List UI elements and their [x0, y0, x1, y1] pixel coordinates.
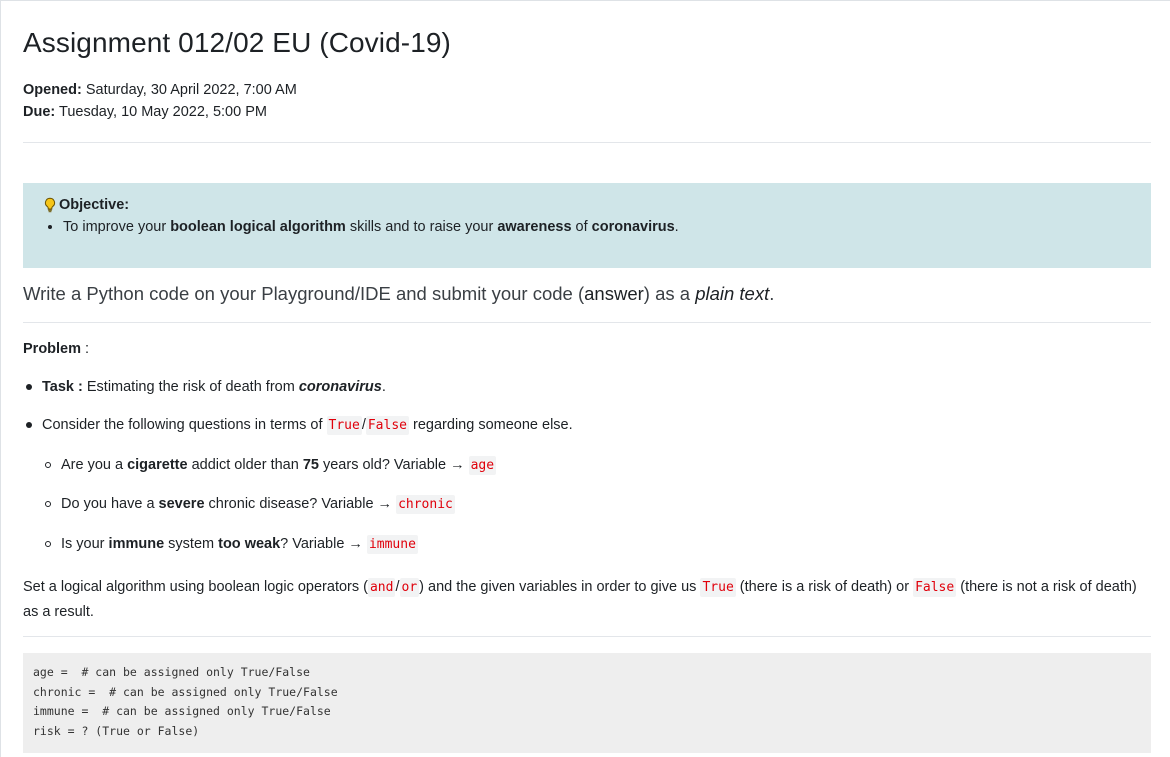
consider-text: regarding someone else.: [409, 417, 573, 433]
code-line: risk = ? (True or False): [33, 724, 200, 739]
question-age: Are you a cigarette addict older than 75…: [61, 456, 497, 475]
assignment-page: Assignment 012/02 EU (Covid-19) Opened: …: [0, 0, 1170, 757]
code-false: False: [365, 416, 409, 435]
objective-bold: awareness: [497, 219, 572, 235]
task-label: Task :: [42, 379, 83, 395]
sub-bullet: [45, 541, 51, 547]
para-text: Set a logical algorithm using boolean lo…: [23, 579, 368, 595]
question-chronic: Do you have a severe chronic disease? Va…: [61, 495, 455, 514]
code-true: True: [700, 578, 736, 597]
page-title: Assignment 012/02 EU (Covid-19): [23, 27, 451, 58]
question-bold: too weak: [218, 536, 281, 552]
list-item: Consider the following questions in term…: [23, 416, 573, 435]
code-false: False: [913, 578, 957, 597]
list-item: Is your immune system too weak? Variable…: [23, 535, 418, 554]
question-immune: Is your immune system too weak? Variable…: [61, 535, 418, 554]
instruction-part: .: [769, 283, 775, 304]
question-text: ? Variable →: [280, 536, 367, 552]
instructions-paragraph: Set a logical algorithm using boolean lo…: [23, 575, 1143, 624]
code-line: chronic = # can be assigned only True/Fa…: [33, 684, 338, 699]
objective-text: skills and to raise your: [345, 219, 498, 235]
objective-box: Objective: To improve your boolean logic…: [23, 183, 1151, 268]
para-text: (there is a risk of death) or: [735, 579, 914, 595]
bullet: [26, 422, 32, 428]
question-bold: severe: [158, 496, 205, 512]
divider: [23, 142, 1151, 143]
opened-value: Saturday, 30 April 2022, 7:00 AM: [85, 82, 297, 98]
instruction-part: ) as a: [643, 283, 696, 304]
instruction-text: Write a Python code on your Playground/I…: [23, 283, 774, 305]
instruction-answer: answer: [584, 283, 644, 304]
question-text: chronic disease? Variable →: [204, 496, 397, 512]
sub-bullet: [45, 462, 51, 468]
question-text: addict older than: [187, 457, 303, 473]
question-text: system: [164, 536, 219, 552]
bullet: [26, 384, 32, 390]
objective-text: .: [674, 219, 679, 235]
code-line: immune = # can be assigned only True/Fal…: [33, 704, 331, 719]
consider-text: Consider the following questions in term…: [42, 417, 327, 433]
instruction-part: Write a Python code on your Playground/I…: [23, 283, 585, 304]
lightbulb-icon: [44, 197, 56, 213]
code-chronic: chronic: [396, 495, 455, 514]
due-value: Tuesday, 10 May 2022, 5:00 PM: [59, 104, 267, 120]
consider-line: Consider the following questions in term…: [42, 416, 573, 435]
objective-bold: coronavirus: [591, 219, 675, 235]
objective-heading-text: Objective:: [59, 197, 130, 213]
para-text: ) and the given variables in order to gi…: [419, 579, 701, 595]
objective-text: To improve your: [63, 219, 171, 235]
divider: [23, 636, 1151, 637]
list-item: Task : Estimating the risk of death from…: [23, 379, 386, 395]
code-age: age: [468, 456, 497, 475]
sub-bullet: [45, 501, 51, 507]
assignment-dates: Opened: Saturday, 30 April 2022, 7:00 AM…: [23, 79, 297, 123]
question-text: Are you a: [61, 457, 128, 473]
code-block: age = # can be assigned only True/False …: [23, 653, 1151, 753]
task-bold: coronavirus: [298, 379, 382, 395]
list-item: Are you a cigarette addict older than 75…: [23, 456, 497, 475]
task-end: .: [381, 379, 386, 395]
code-or: or: [399, 578, 420, 597]
task-line: Task : Estimating the risk of death from…: [42, 379, 386, 395]
objective-item: To improve your boolean logical algorith…: [63, 217, 1131, 237]
divider: [23, 322, 1151, 323]
code-and: and: [367, 578, 396, 597]
question-text: Do you have a: [61, 496, 159, 512]
question-text: Is your: [61, 536, 109, 552]
instruction-plain-text: plain text: [695, 283, 770, 304]
problem-heading: Problem :: [23, 341, 89, 357]
code-immune: immune: [366, 535, 418, 554]
objective-text: of: [571, 219, 592, 235]
due-label: Due:: [23, 104, 56, 120]
code-line: age = # can be assigned only True/False: [33, 665, 310, 679]
list-item: Do you have a severe chronic disease? Va…: [23, 495, 455, 514]
task-text: Estimating the risk of death from: [82, 379, 299, 395]
opened-date: Opened: Saturday, 30 April 2022, 7:00 AM: [23, 79, 297, 101]
objective-bold: boolean logical algorithm: [170, 219, 346, 235]
objective-list: To improve your boolean logical algorith…: [43, 217, 1131, 237]
problem-label: Problem: [23, 341, 82, 357]
question-text: years old? Variable →: [318, 457, 469, 473]
due-date: Due: Tuesday, 10 May 2022, 5:00 PM: [23, 101, 297, 123]
question-bold: immune: [108, 536, 165, 552]
question-bold: cigarette: [127, 457, 188, 473]
objective-heading: Objective:: [43, 197, 1131, 213]
code-true: True: [326, 416, 362, 435]
opened-label: Opened:: [23, 82, 82, 98]
problem-suffix: :: [81, 341, 90, 357]
para-slash: /: [395, 579, 400, 595]
question-bold: 75: [302, 457, 319, 473]
